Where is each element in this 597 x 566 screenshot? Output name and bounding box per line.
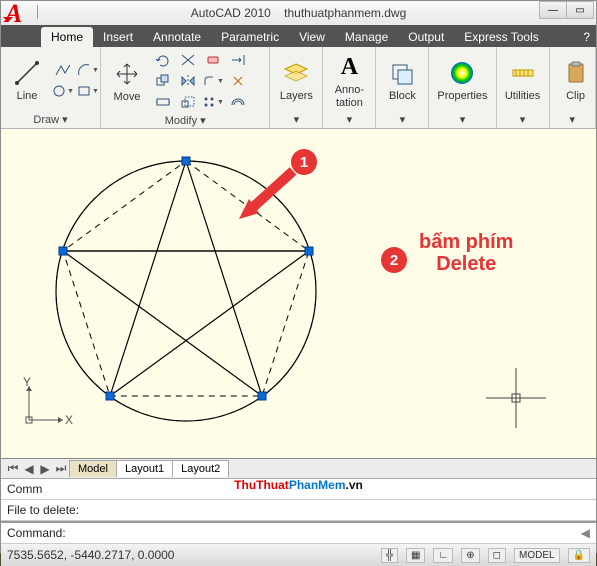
text-icon: A (334, 52, 364, 82)
clipboard-icon (561, 58, 591, 88)
properties-button[interactable]: Properties (435, 56, 489, 104)
panel-layers: Layers ▾ (270, 47, 323, 128)
layout-next-icon[interactable]: ▶ (37, 462, 53, 476)
properties-icon (447, 58, 477, 88)
stretch-icon[interactable] (151, 92, 175, 112)
scale-icon[interactable] (176, 92, 200, 112)
tab-layout1[interactable]: Layout1 (116, 460, 173, 477)
svg-text:Y: Y (23, 375, 31, 389)
rotate-icon[interactable] (151, 50, 175, 70)
layers-button[interactable]: Layers (276, 56, 316, 104)
polyline-icon[interactable] (51, 60, 75, 80)
trim-icon[interactable] (176, 50, 200, 70)
panel-annotation-label[interactable]: ▾ (329, 111, 369, 128)
panel-utilities: Utilities ▾ (497, 47, 550, 128)
app-menu-button[interactable]: A (1, 1, 35, 35)
ribbon-tab-strip: Home Insert Annotate Parametric View Man… (1, 25, 596, 47)
panel-draw: Line Draw ▾ (1, 47, 101, 128)
grip[interactable] (59, 247, 68, 256)
tab-annotate[interactable]: Annotate (143, 27, 211, 47)
arc-icon[interactable] (76, 60, 100, 80)
tab-layout2[interactable]: Layout2 (172, 460, 229, 477)
tab-parametric[interactable]: Parametric (211, 27, 289, 47)
line-icon (12, 58, 42, 88)
circle-icon[interactable] (51, 81, 75, 101)
block-button[interactable]: Block (382, 56, 422, 104)
callout-text: bấm phím Delete (419, 231, 513, 275)
tab-output[interactable]: Output (398, 27, 454, 47)
coordinates-readout: 7535.5652, -5440.2717, 0.0000 (7, 548, 174, 562)
tab-manage[interactable]: Manage (335, 27, 398, 47)
rectangle-icon[interactable] (76, 81, 100, 101)
scroll-left-icon[interactable]: ◀ (581, 526, 590, 540)
explode-icon[interactable] (226, 71, 250, 91)
panel-modify-label[interactable]: Modify ▾ (107, 112, 263, 129)
status-model-button[interactable]: MODEL (514, 548, 560, 563)
minimize-button[interactable]: — (539, 1, 567, 19)
utilities-icon (508, 58, 538, 88)
erase-icon[interactable] (201, 50, 225, 70)
command-input[interactable]: Command:◀ (1, 521, 596, 544)
layout-first-icon[interactable]: ⏮ (5, 461, 21, 476)
panel-clipboard: Clip ▾ (550, 47, 596, 128)
status-bar: 7535.5652, -5440.2717, 0.0000 ╬ ▦ ∟ ⊕ ◻ … (1, 544, 596, 566)
ribbon: Line Draw ▾ Move (1, 47, 596, 129)
panel-layers-label[interactable]: ▾ (276, 111, 316, 128)
tab-home[interactable]: Home (41, 27, 93, 47)
utilities-button[interactable]: Utilities (503, 56, 543, 104)
extend-icon[interactable] (226, 50, 250, 70)
panel-utilities-label[interactable]: ▾ (503, 111, 543, 128)
fillet-icon[interactable] (201, 71, 225, 91)
block-icon (387, 58, 417, 88)
move-icon (112, 59, 142, 89)
panel-clipboard-label[interactable]: ▾ (556, 111, 589, 128)
array-icon[interactable] (201, 92, 225, 112)
status-grid-button[interactable]: ▦ (406, 548, 425, 563)
layout-last-icon[interactable]: ⏭ (53, 461, 69, 476)
move-button[interactable]: Move (107, 57, 147, 105)
copy-icon[interactable] (151, 71, 175, 91)
panel-annotation: A Anno- tation ▾ (323, 47, 376, 128)
line-button[interactable]: Line (7, 56, 47, 104)
maximize-button[interactable]: ▭ (566, 1, 594, 19)
layout-prev-icon[interactable]: ◀ (21, 462, 37, 476)
callout-1: 1 (291, 149, 317, 175)
panel-block-label[interactable]: ▾ (382, 111, 422, 128)
status-osnap-button[interactable]: ◻ (488, 548, 506, 563)
command-history-2: File to delete: (1, 500, 596, 521)
annotation-button[interactable]: A Anno- tation (329, 50, 369, 110)
panel-block: Block ▾ (376, 47, 429, 128)
panel-properties: Properties ▾ (429, 47, 496, 128)
panel-draw-label[interactable]: Draw ▾ (7, 111, 94, 128)
grip[interactable] (258, 392, 267, 401)
tab-insert[interactable]: Insert (93, 27, 143, 47)
svg-text:X: X (65, 413, 73, 427)
status-ortho-button[interactable]: ∟ (433, 548, 453, 563)
grip[interactable] (305, 247, 314, 256)
window-title: AutoCAD 2010 thuthuatphanmem.dwg (191, 6, 407, 20)
crosshair-cursor (486, 368, 546, 428)
drawing-area[interactable]: 1 2 bấm phím Delete YX (1, 129, 596, 459)
clipboard-button[interactable]: Clip (556, 56, 596, 104)
status-lock-icon[interactable]: 🔒 (568, 548, 590, 563)
status-snap-button[interactable]: ╬ (381, 548, 398, 563)
quick-access-toolbar[interactable] (37, 5, 47, 19)
watermark: ThuThuatPhanMem.vn (234, 471, 363, 495)
grip[interactable] (182, 157, 191, 166)
offset-icon[interactable] (226, 92, 250, 112)
tab-view[interactable]: View (289, 27, 335, 47)
mirror-icon[interactable] (176, 71, 200, 91)
tab-model[interactable]: Model (69, 460, 117, 477)
ribbon-help-button[interactable]: ? (577, 27, 596, 47)
tab-express[interactable]: Express Tools (454, 27, 548, 47)
status-polar-button[interactable]: ⊕ (461, 548, 479, 563)
callout-2: 2 (381, 247, 407, 273)
grip[interactable] (106, 392, 115, 401)
panel-modify: Move Modify ▾ (101, 47, 270, 128)
panel-properties-label[interactable]: ▾ (435, 111, 489, 128)
titlebar: A AutoCAD 2010 thuthuatphanmem.dwg — ▭ (1, 1, 596, 25)
ucs-icon: YX (21, 378, 71, 428)
layers-icon (281, 58, 311, 88)
